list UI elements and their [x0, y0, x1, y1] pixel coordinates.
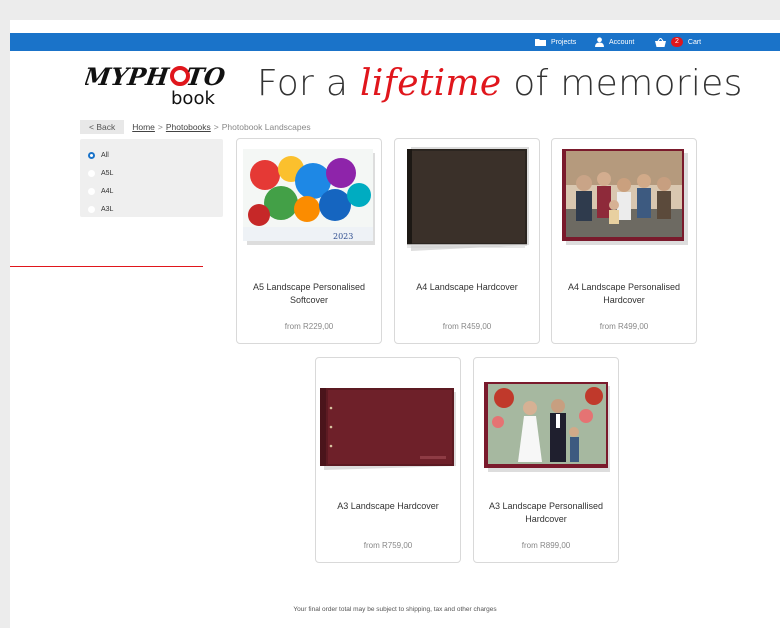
product-title: A4 Landscape Personalised Hardcover: [567, 282, 681, 305]
filter-option-label: All: [101, 151, 109, 159]
product-price: from R899,00: [521, 541, 571, 550]
site-header: MYPH TO book For a lifetime of memories: [10, 51, 780, 115]
tagline-start: For a: [257, 63, 360, 104]
back-button[interactable]: < Back: [80, 119, 125, 134]
account-label: Account: [609, 38, 635, 46]
cart-label: Cart: [687, 38, 702, 46]
brown-hardcover-image: [407, 147, 529, 251]
filter-option-label: A5L: [101, 169, 114, 177]
product-price: from R499,00: [599, 322, 649, 331]
svg-text:TO: TO: [184, 62, 225, 91]
breadcrumb-separator: >: [157, 121, 163, 132]
wedding-photo-cover-image: [484, 382, 610, 472]
account-link[interactable]: Account: [595, 33, 634, 51]
svg-text:2023: 2023: [333, 232, 353, 241]
product-card-a5-personalised-softcover[interactable]: 2023 A5 Landscape Personalised Softcover…: [236, 138, 382, 344]
tagline-script-word: lifetime: [360, 63, 502, 104]
footer-note: Your final order total may be subject to…: [293, 606, 497, 613]
product-card-a3-personallised-hardcover[interactable]: A3 Landscape Personallised Hardcover fro…: [473, 357, 619, 563]
filter-option-label: A3L: [101, 205, 114, 213]
breadcrumb-separator: >: [213, 121, 219, 132]
filter-option-a3l[interactable]: A3L: [80, 200, 223, 218]
product-price: from R459,00: [442, 322, 492, 331]
product-card-a3-hardcover[interactable]: A3 Landscape Hardcover from R759,00: [315, 357, 461, 563]
product-title: A3 Landscape Personallised Hardcover: [488, 501, 604, 524]
svg-text:MYPH: MYPH: [85, 62, 172, 91]
breadcrumb: < Back Home > Photobooks > Photobook Lan…: [80, 119, 311, 134]
maroon-hardcover-image: [320, 388, 456, 470]
product-card-a4-hardcover[interactable]: A4 Landscape Hardcover from R459,00: [394, 138, 540, 344]
tagline-end: of memories: [501, 63, 743, 104]
filter-option-a5l[interactable]: A5L: [80, 164, 223, 182]
page: Projects Account 2 Cart MYPH TO book For…: [10, 20, 780, 628]
radio-selected-icon: [88, 151, 95, 159]
product-title: A3 Landscape Hardcover: [337, 501, 439, 511]
projects-label: Projects: [551, 38, 577, 46]
product-title: A4 Landscape Hardcover: [416, 282, 518, 292]
svg-text:book: book: [171, 88, 215, 107]
decorative-divider: [10, 266, 203, 267]
product-title: A5 Landscape Personalised Softcover: [252, 282, 366, 305]
family-photo-cover-image: [562, 149, 688, 245]
product-card-a4-personalised-hardcover[interactable]: A4 Landscape Personalised Hardcover from…: [551, 138, 697, 344]
tagline: For a lifetime of memories: [257, 63, 743, 104]
top-bar: Projects Account 2 Cart: [10, 33, 780, 51]
myphotobook-logo[interactable]: MYPH TO book: [81, 57, 227, 109]
filter-option-all[interactable]: All: [80, 146, 223, 164]
size-filter-panel: All A5L A4L A3L: [80, 139, 223, 217]
breadcrumb-home-link[interactable]: Home: [132, 122, 155, 132]
handprints-cover-image: 2023: [243, 149, 375, 245]
radio-icon: [88, 187, 95, 195]
filter-option-a4l[interactable]: A4L: [80, 182, 223, 200]
user-icon: [595, 37, 604, 47]
projects-link[interactable]: Projects: [535, 33, 576, 51]
breadcrumb-current: Photobook Landscapes: [221, 121, 311, 132]
basket-icon: [655, 37, 666, 47]
filter-option-label: A4L: [101, 187, 114, 195]
folder-icon: [535, 39, 546, 46]
radio-icon: [88, 205, 95, 213]
product-price: from R759,00: [363, 541, 413, 550]
radio-icon: [88, 169, 95, 177]
cart-count-badge: 2: [671, 37, 683, 47]
product-price: from R229,00: [284, 322, 334, 331]
breadcrumb-photobooks-link[interactable]: Photobooks: [166, 122, 211, 132]
cart-link[interactable]: 2 Cart: [655, 33, 701, 51]
